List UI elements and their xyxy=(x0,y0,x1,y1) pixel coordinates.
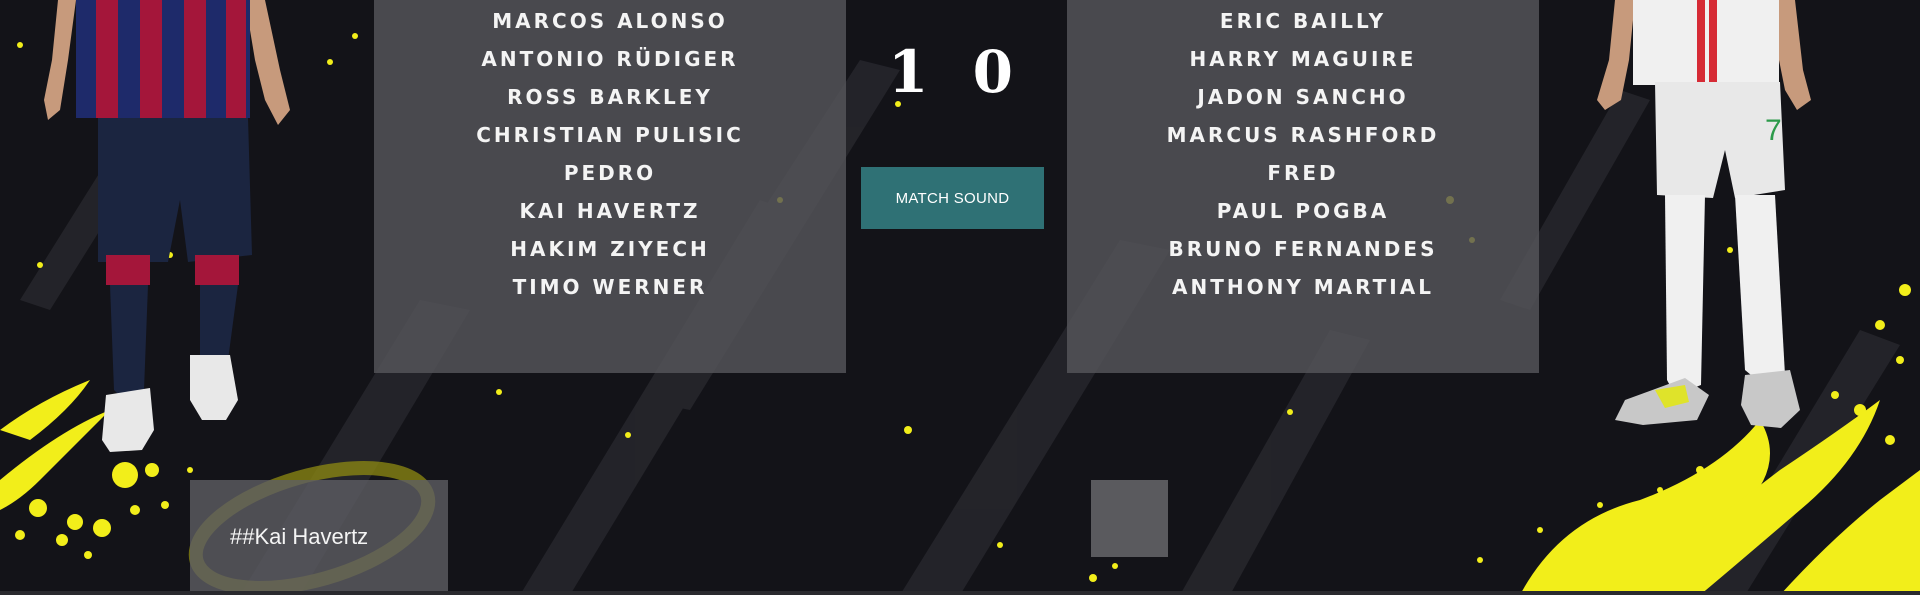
away-player-name: FRED xyxy=(1267,161,1339,185)
chat-message-box: ##Kai Havertz xyxy=(190,480,448,595)
home-roster-list: MARCOS ALONSO ANTONIO RÜDIGER ROSS BARKL… xyxy=(374,2,846,306)
match-sound-button[interactable]: MATCH SOUND xyxy=(861,167,1044,229)
away-player-name: HARRY MAGUIRE xyxy=(1189,47,1417,71)
away-player-name: PAUL POGBA xyxy=(1216,199,1390,223)
svg-text:7: 7 xyxy=(1765,114,1782,147)
home-player-image xyxy=(44,0,290,452)
home-player-name: PEDRO xyxy=(563,161,657,185)
home-player-name: TIMO WERNER xyxy=(512,275,708,299)
home-player-name: KAI HAVERTZ xyxy=(519,199,701,223)
score-display: 1 0 xyxy=(888,38,1025,106)
away-roster-panel: ERIC BAILLY HARRY MAGUIRE JADON SANCHO M… xyxy=(1067,0,1539,373)
bottom-divider xyxy=(0,591,1920,595)
home-roster-panel: MARCOS ALONSO ANTONIO RÜDIGER ROSS BARKL… xyxy=(374,0,846,373)
away-player-name: ANTHONY MARTIAL xyxy=(1172,275,1434,299)
away-player-name: MARCUS RASHFORD xyxy=(1166,123,1440,147)
away-player-name: JADON SANCHO xyxy=(1197,85,1409,109)
chat-message-text: ##Kai Havertz xyxy=(230,524,369,549)
empty-slot-box[interactable] xyxy=(1091,480,1168,557)
home-player-name: MARCOS ALONSO xyxy=(492,9,728,33)
home-player-name: CHRISTIAN PULISIC xyxy=(476,123,744,147)
home-player-name: ROSS BARKLEY xyxy=(507,85,713,109)
home-player-name: ANTONIO RÜDIGER xyxy=(481,47,739,71)
match-screen: 7 MARCOS ALONSO ANTONIO RÜDIGER ROSS BAR… xyxy=(0,0,1920,595)
away-player-image: 7 xyxy=(1597,0,1811,428)
away-player-name: ERIC BAILLY xyxy=(1219,9,1387,33)
away-roster-list: ERIC BAILLY HARRY MAGUIRE JADON SANCHO M… xyxy=(1067,2,1539,306)
home-player-name: HAKIM ZIYECH xyxy=(510,237,710,261)
away-player-name: BRUNO FERNANDES xyxy=(1168,237,1438,261)
